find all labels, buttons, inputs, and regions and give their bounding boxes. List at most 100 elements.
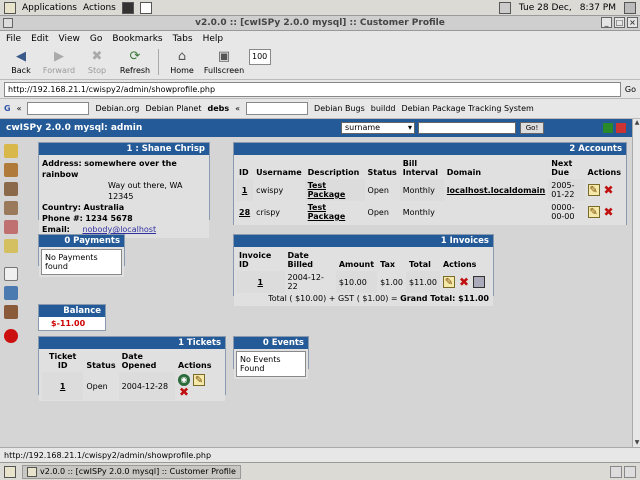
- scroll-down-icon[interactable]: ▼: [633, 439, 640, 447]
- account-id-link[interactable]: 1: [242, 186, 248, 195]
- bookmark-debian-bugs[interactable]: Debian Bugs: [314, 104, 365, 113]
- phone-label: Phone #:: [42, 214, 83, 223]
- events-empty: No Events Found: [236, 351, 306, 377]
- google-search-field[interactable]: [27, 102, 90, 115]
- actions-menu[interactable]: Actions: [83, 3, 116, 13]
- account-description-link[interactable]: Test Package: [308, 203, 346, 221]
- boxes-icon[interactable]: [4, 201, 18, 215]
- menu-edit[interactable]: Edit: [31, 34, 48, 44]
- go-button[interactable]: Go: [625, 85, 636, 94]
- search-arrow-icon[interactable]: «: [17, 104, 22, 113]
- google-icon[interactable]: G: [4, 104, 11, 113]
- debs-arrow-icon[interactable]: «: [235, 104, 240, 113]
- menu-view[interactable]: View: [59, 34, 80, 44]
- ticket-id-link[interactable]: 1: [60, 382, 66, 391]
- taskbar-window-button[interactable]: v2.0.0 :: [cwISPy 2.0.0 mysql] :: Custom…: [22, 464, 241, 479]
- window-menu-icon[interactable]: [3, 18, 13, 28]
- table-row: 1 Open 2004-12-28 ◉ ✎✖: [42, 372, 222, 400]
- delete-icon[interactable]: ✖: [458, 276, 470, 288]
- events-header: 0 Events: [234, 337, 308, 349]
- vertical-scrollbar[interactable]: ▲ ▼: [632, 119, 640, 447]
- account-description-link[interactable]: Test Package: [308, 181, 346, 199]
- col-ticket-id: Ticket ID: [49, 352, 77, 370]
- invoice-date: 2004-12-22: [287, 273, 324, 291]
- home-button[interactable]: ⌂ Home: [165, 50, 199, 76]
- workspace-2-icon[interactable]: [624, 465, 636, 478]
- email-label: Email:: [42, 225, 70, 234]
- search-field-select[interactable]: surname: [341, 122, 415, 134]
- tags-icon[interactable]: [4, 220, 18, 234]
- stop-sign-icon[interactable]: [4, 329, 18, 343]
- table-row: 28 crispy Test Package Open Monthly 0000…: [236, 201, 624, 223]
- home-app-icon[interactable]: [4, 305, 18, 319]
- bookmark-debian-pts[interactable]: Debian Package Tracking System: [402, 104, 534, 113]
- back-button[interactable]: ◀ Back: [4, 50, 38, 76]
- terminal-launcher-icon[interactable]: [121, 1, 134, 14]
- fullscreen-button[interactable]: ▣ Fullscreen: [203, 50, 245, 76]
- scroll-up-icon[interactable]: ▲: [633, 119, 640, 127]
- search-go-button[interactable]: Go!: [520, 122, 544, 134]
- text-editor-launcher-icon[interactable]: [139, 1, 152, 14]
- accounts-icon[interactable]: [4, 182, 18, 196]
- edit-icon[interactable]: ✎: [587, 206, 600, 218]
- invoice-id-link[interactable]: 1: [257, 278, 263, 287]
- stop-label: Stop: [87, 66, 107, 75]
- search-input[interactable]: [418, 122, 516, 134]
- edit-icon[interactable]: ✎: [193, 374, 206, 386]
- menu-go[interactable]: Go: [90, 34, 102, 44]
- menu-tabs[interactable]: Tabs: [173, 34, 193, 44]
- close-icon[interactable]: ×: [627, 17, 638, 28]
- folder-icon[interactable]: [4, 239, 18, 253]
- refresh-button[interactable]: ⟳ Refresh: [118, 49, 152, 76]
- forward-arrow-icon: ▶: [54, 49, 64, 64]
- edit-pencil-icon[interactable]: [4, 144, 18, 158]
- fullscreen-label: Fullscreen: [203, 66, 245, 75]
- delete-icon[interactable]: ✖: [603, 184, 615, 196]
- events-box: 0 Events No Events Found: [233, 336, 309, 379]
- workspace-1-icon[interactable]: [610, 465, 622, 478]
- forward-button[interactable]: ▶ Forward: [42, 49, 76, 76]
- web-page-content: cwISPy 2.0.0 mysql: admin surname Go! 1 …: [0, 119, 632, 447]
- packages-icon[interactable]: [4, 163, 18, 177]
- menu-file[interactable]: File: [6, 34, 21, 44]
- bookmark-buildd[interactable]: buildd: [371, 104, 396, 113]
- show-desktop-icon[interactable]: [4, 465, 16, 478]
- edit-icon[interactable]: ✎: [442, 276, 455, 288]
- clock-time: 8:37 PM: [579, 2, 616, 13]
- maximize-icon[interactable]: □: [614, 17, 625, 28]
- gnome-foot-icon[interactable]: [4, 1, 16, 14]
- transfer-icon[interactable]: [4, 286, 18, 300]
- logout-icon[interactable]: [616, 123, 626, 133]
- refresh-icon: ⟳: [129, 49, 141, 64]
- col-next-due: Next Due: [551, 159, 573, 177]
- address-label: Address:: [42, 159, 82, 168]
- menu-bookmarks[interactable]: Bookmarks: [112, 34, 162, 44]
- print-icon[interactable]: [472, 276, 485, 288]
- window-title-bar[interactable]: v2.0.0 :: [cwISPy 2.0.0 mysql] :: Custom…: [0, 16, 640, 31]
- gnome-top-panel: Applications Actions Tue 28 Dec, 8:37 PM: [0, 0, 640, 16]
- edit-icon[interactable]: ✎: [587, 184, 600, 196]
- network-icon: [624, 1, 636, 14]
- zoom-input[interactable]: 100: [249, 49, 271, 65]
- bookmark-debian-planet[interactable]: Debian Planet: [146, 104, 202, 113]
- account-interval: Monthly: [399, 179, 444, 201]
- taskbar-window-title: v2.0.0 :: [cwISPy 2.0.0 mysql] :: Custom…: [40, 467, 236, 476]
- panel-clock[interactable]: Tue 28 Dec, 8:37 PM: [498, 1, 636, 14]
- stop-button[interactable]: ✖ Stop: [80, 50, 114, 76]
- debs-search-field[interactable]: [246, 102, 309, 115]
- delete-icon[interactable]: ✖: [603, 206, 615, 218]
- bookmark-debian-org[interactable]: Debian.org: [95, 104, 139, 113]
- url-input[interactable]: http://192.168.21.1/cwispy2/admin/showpr…: [4, 81, 621, 97]
- delete-icon[interactable]: ✖: [178, 386, 190, 398]
- account-domain-link[interactable]: localhost.localdomain: [447, 186, 545, 195]
- volume-icon[interactable]: [498, 1, 511, 14]
- minimize-icon[interactable]: _: [601, 17, 612, 28]
- applications-menu[interactable]: Applications: [22, 3, 77, 13]
- menu-help[interactable]: Help: [203, 34, 224, 44]
- document-icon[interactable]: [4, 267, 18, 281]
- email-link[interactable]: nobody@localhost: [72, 225, 156, 234]
- bookmark-debs[interactable]: debs: [208, 104, 230, 113]
- app-header: cwISPy 2.0.0 mysql: admin surname Go!: [0, 119, 632, 137]
- tickets-box: 1 Tickets Ticket ID Status Date Opened A…: [38, 336, 226, 401]
- account-id-link[interactable]: 28: [239, 208, 250, 217]
